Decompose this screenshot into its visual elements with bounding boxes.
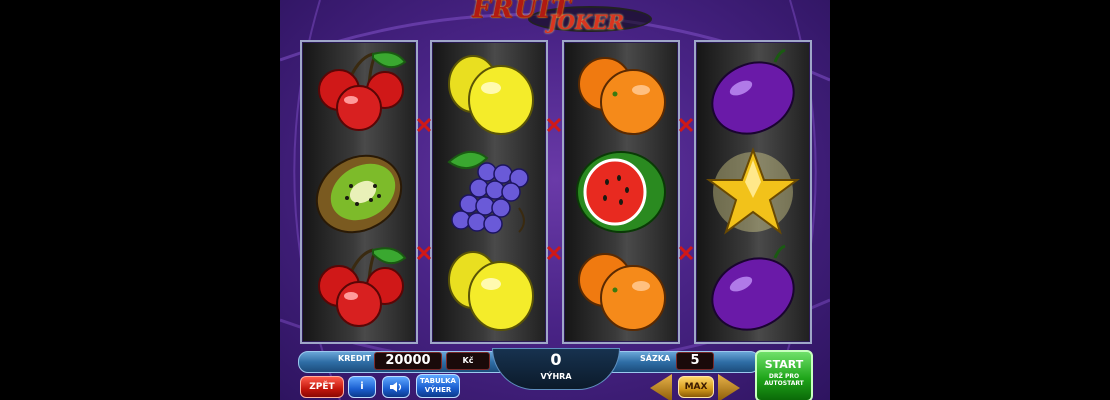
payline-marker-icon (546, 117, 562, 133)
payline-marker-icon (678, 117, 694, 133)
game-logo: FRUIT JOKER (470, 0, 655, 40)
paytable-button[interactable]: TABULKA VÝHER (416, 374, 460, 398)
credit-value: 20000 (374, 352, 442, 370)
lemon-icon (439, 240, 539, 340)
logo-joker-text: JOKER (548, 10, 625, 34)
info-button[interactable]: i (348, 376, 376, 398)
paytable-button-line2: VÝHER (424, 386, 452, 394)
cherries-icon (309, 240, 409, 340)
speaker-icon (390, 382, 402, 392)
bet-increase-button[interactable] (718, 374, 740, 400)
bet-decrease-button[interactable] (650, 374, 672, 400)
start-button[interactable]: START DRŽ PRO AUTOSTART (755, 350, 813, 400)
win-value: 0 (550, 350, 562, 369)
plum-icon (703, 240, 803, 340)
orange-icon (571, 240, 671, 340)
reel-2 (430, 40, 548, 344)
max-bet-button[interactable]: MAX (678, 376, 714, 398)
autostart-hint-line2: AUTOSTART (764, 380, 804, 387)
orange-icon (571, 44, 671, 144)
kiwi-icon (309, 142, 409, 242)
bet-value: 5 (676, 352, 714, 370)
credit-label: KREDIT (338, 354, 371, 363)
control-panel: KREDIT 20000 Kč 0 VÝHRA SÁZKA 5 ZPĚT i T… (280, 348, 830, 400)
payline-marker-icon (416, 117, 432, 133)
win-display: 0 VÝHRA (492, 348, 620, 390)
grapes-icon (439, 142, 539, 242)
win-label: VÝHRA (540, 372, 572, 381)
lemon-icon (439, 44, 539, 144)
back-button[interactable]: ZPĚT (300, 376, 344, 398)
reel-4 (694, 40, 812, 344)
reel-3 (562, 40, 680, 344)
payline-marker-icon (546, 245, 562, 261)
paytable-button-line1: TABULKA (420, 377, 456, 385)
bet-label: SÁZKA (640, 354, 671, 363)
currency-label: Kč (446, 352, 490, 370)
star-icon (703, 142, 803, 242)
plum-icon (703, 44, 803, 144)
start-button-label: START (764, 358, 804, 371)
reel-1 (300, 40, 418, 344)
watermelon-icon (571, 142, 671, 242)
sound-button[interactable] (382, 376, 410, 398)
payline-marker-icon (416, 245, 432, 261)
autostart-hint-line1: DRŽ PRO (768, 373, 800, 380)
slot-game-window: FRUIT JOKER KREDIT 20000 Kč 0 VÝHRA SÁZK… (280, 0, 830, 400)
payline-marker-icon (678, 245, 694, 261)
cherries-icon (309, 44, 409, 144)
